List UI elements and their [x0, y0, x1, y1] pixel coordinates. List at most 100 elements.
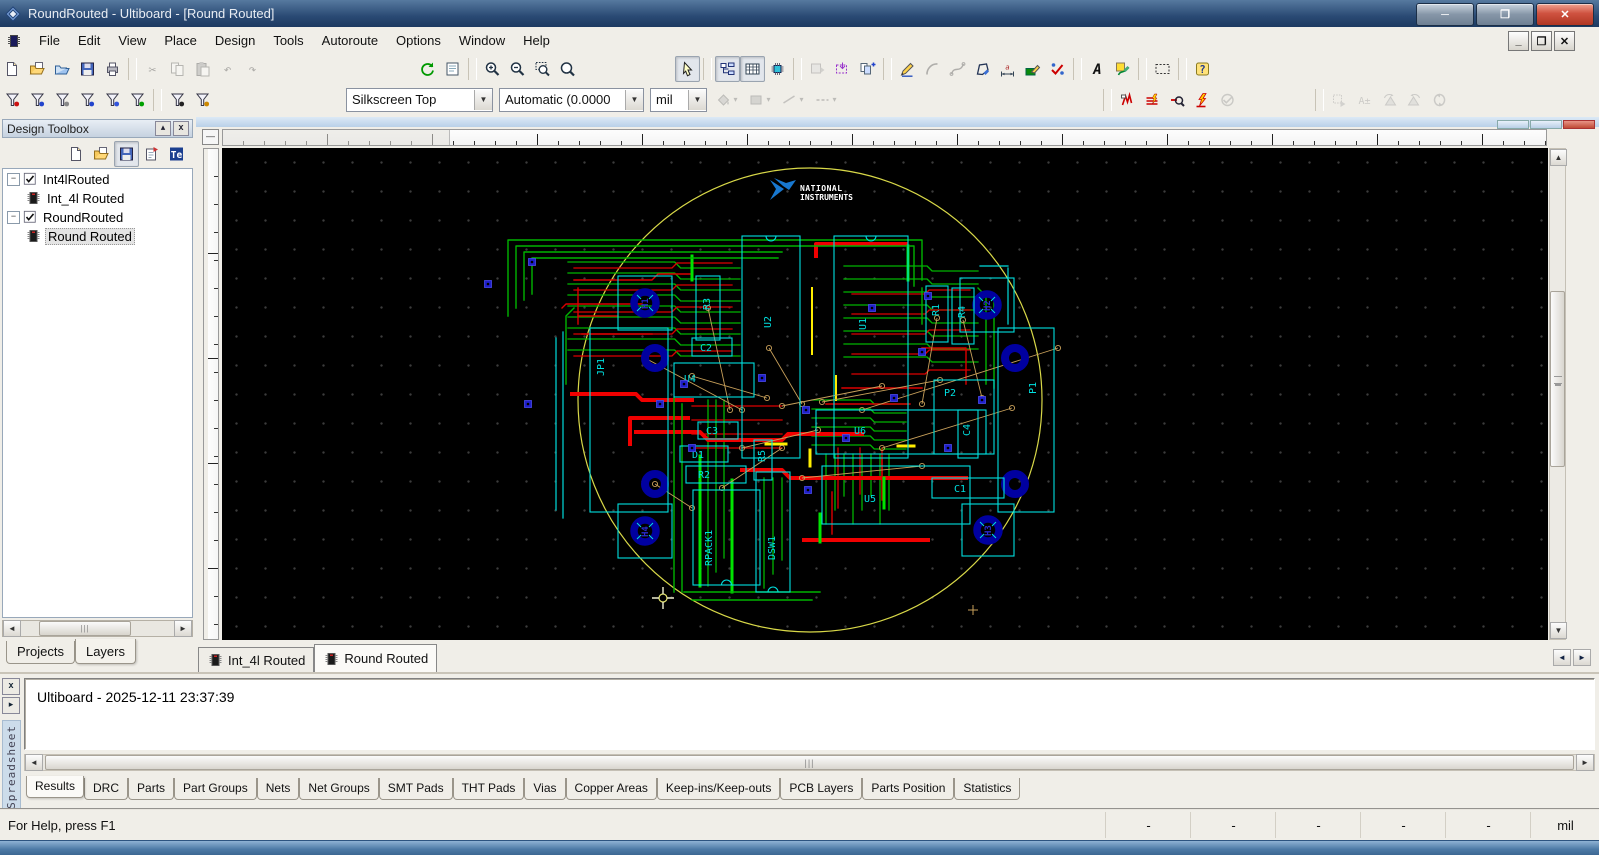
- scrollbar-thumb[interactable]: |||: [39, 621, 131, 636]
- spreadsheet-tab-copper-areas[interactable]: Copper Areas: [566, 778, 657, 800]
- zoom-in-button[interactable]: [480, 56, 505, 82]
- toolbox-open-button[interactable]: [89, 141, 114, 167]
- spreadsheet-close-button[interactable]: x: [2, 678, 20, 695]
- document-tab[interactable]: Round Routed: [314, 644, 437, 673]
- place-graphics-button[interactable]: [1110, 56, 1135, 82]
- window-minimize-button[interactable]: ─: [1416, 3, 1474, 26]
- place-polygon-button[interactable]: [970, 56, 995, 82]
- spreadsheet-tab-nets[interactable]: Nets: [257, 778, 300, 800]
- panel-close-button[interactable]: x: [173, 121, 189, 136]
- tree-expander[interactable]: −: [7, 211, 20, 224]
- tree-leaf-label[interactable]: Int_4l Routed: [45, 191, 126, 206]
- database-manager-button[interactable]: [830, 56, 855, 82]
- spreadsheet-tab-part-groups[interactable]: Part Groups: [174, 778, 257, 800]
- chevron-down-icon[interactable]: ▼: [625, 90, 643, 110]
- tab-scroll-right[interactable]: ►: [1573, 649, 1591, 666]
- toolbox-save-button[interactable]: [114, 141, 139, 167]
- place-text-button[interactable]: A: [1085, 56, 1110, 82]
- tree-node[interactable]: −Int4lRouted: [3, 170, 192, 188]
- redraw-button[interactable]: [415, 56, 440, 82]
- grid-combo[interactable]: Automatic (0.0000▼: [499, 88, 644, 112]
- filter-select-vias[interactable]: [75, 87, 100, 113]
- tab-scroll-left[interactable]: ◄: [1553, 649, 1571, 666]
- mdi-strip-restore[interactable]: [1530, 120, 1562, 129]
- filter-select-nets[interactable]: [100, 87, 125, 113]
- spreadsheet-tab-parts[interactable]: Parts: [128, 778, 174, 800]
- dimension-button[interactable]: a: [995, 56, 1020, 82]
- scroll-right-arrow[interactable]: ►: [1576, 754, 1594, 771]
- window-maximize-button[interactable]: ❐: [1476, 3, 1534, 26]
- pcb-canvas[interactable]: NATIONALINSTRUMENTSH1H2H3H4JP1P1U2U1R3R1…: [222, 148, 1548, 640]
- chevron-down-icon[interactable]: ▼: [688, 90, 706, 110]
- filter-select-other[interactable]: [190, 87, 215, 113]
- filter-select-text[interactable]: [165, 87, 190, 113]
- autoroute-power-button[interactable]: [1190, 87, 1215, 113]
- scrollbar-thumb[interactable]: |||: [45, 755, 1574, 770]
- menu-view[interactable]: View: [109, 29, 155, 52]
- scroll-down-arrow[interactable]: ▼: [1550, 622, 1567, 639]
- filter-select-pads[interactable]: [0, 87, 25, 113]
- toolbox-horizontal-scrollbar[interactable]: ◄ ||| ►: [2, 620, 193, 637]
- mdi-minimize-button[interactable]: _: [1508, 31, 1529, 51]
- spreadsheet-toggle[interactable]: [740, 56, 765, 82]
- place-part-button[interactable]: [855, 56, 880, 82]
- mdi-strip-close[interactable]: [1563, 120, 1595, 129]
- autoroute-selected-button[interactable]: [1140, 87, 1165, 113]
- spreadsheet-tab-drc[interactable]: DRC: [84, 778, 128, 800]
- spreadsheet-tab-keep-ins-keep-outs[interactable]: Keep-ins/Keep-outs: [657, 778, 780, 800]
- spreadsheet-tab-pcb-layers[interactable]: PCB Layers: [780, 778, 862, 800]
- zoom-area-button[interactable]: [530, 56, 555, 82]
- menu-window[interactable]: Window: [450, 29, 514, 52]
- toolbox-export-button[interactable]: [139, 141, 164, 167]
- view-3d-button[interactable]: [765, 56, 790, 82]
- layer-combo[interactable]: Silkscreen Top▼: [346, 88, 493, 112]
- zoom-full-button[interactable]: [555, 56, 580, 82]
- toolbox-transfer-button[interactable]: Te: [164, 141, 189, 167]
- menu-design[interactable]: Design: [206, 29, 264, 52]
- scroll-left-arrow[interactable]: ◄: [3, 620, 21, 637]
- ruler-origin-box[interactable]: —: [202, 129, 219, 145]
- tree-node-label[interactable]: RoundRouted: [41, 210, 125, 225]
- scrollbar-thumb[interactable]: [1550, 291, 1565, 467]
- spreadsheet-tab-tht-pads[interactable]: THT Pads: [453, 778, 525, 800]
- spreadsheet-tab-net-groups[interactable]: Net Groups: [299, 778, 378, 800]
- menu-autoroute[interactable]: Autoroute: [313, 29, 387, 52]
- help-button[interactable]: ?: [1190, 56, 1215, 82]
- autoroute-start-button[interactable]: [1115, 87, 1140, 113]
- menu-file[interactable]: File: [30, 29, 69, 52]
- tree-leaf-label[interactable]: Round Routed: [45, 228, 135, 245]
- copper-area-button[interactable]: [1020, 56, 1045, 82]
- toolbox-new-button[interactable]: [64, 141, 89, 167]
- select-tool-button[interactable]: [675, 56, 700, 82]
- autoroute-optimize-button[interactable]: [1165, 87, 1190, 113]
- mdi-restore-button[interactable]: ❐: [1531, 31, 1552, 51]
- menu-help[interactable]: Help: [514, 29, 559, 52]
- menu-options[interactable]: Options: [387, 29, 450, 52]
- filter-select-parts[interactable]: [50, 87, 75, 113]
- menu-place[interactable]: Place: [155, 29, 206, 52]
- mdi-strip-minimize[interactable]: [1497, 120, 1529, 129]
- panel-collapse-button[interactable]: ▴: [155, 121, 171, 136]
- units-combo[interactable]: mil▼: [650, 88, 707, 112]
- open-button[interactable]: [25, 56, 50, 82]
- tree-node[interactable]: − RoundRouted: [3, 208, 192, 226]
- full-screen-button[interactable]: [440, 56, 465, 82]
- chevron-down-icon[interactable]: ▼: [474, 90, 492, 110]
- tree-leaf[interactable]: Round Routed: [3, 227, 192, 245]
- checkbox-checked-icon[interactable]: [23, 210, 37, 224]
- spreadsheet-expand-button[interactable]: ▸: [2, 697, 20, 714]
- menu-edit[interactable]: Edit: [69, 29, 109, 52]
- save-button[interactable]: [75, 56, 100, 82]
- canvas-vertical-scrollbar[interactable]: ▲ ▼: [1549, 148, 1566, 640]
- document-tab[interactable]: Int_4l Routed: [198, 647, 314, 673]
- spreadsheet-tab-results[interactable]: Results: [26, 776, 84, 798]
- scroll-right-arrow[interactable]: ►: [174, 620, 192, 637]
- filter-select-copper[interactable]: [125, 87, 150, 113]
- connectivity-check-button[interactable]: [1045, 56, 1070, 82]
- scroll-up-arrow[interactable]: ▲: [1550, 149, 1567, 166]
- tree-leaf[interactable]: Int_4l Routed: [3, 189, 192, 207]
- mdi-close-button[interactable]: ✕: [1554, 31, 1575, 51]
- tree-node-label[interactable]: Int4lRouted: [41, 172, 112, 187]
- spreadsheet-tab-vias[interactable]: Vias: [524, 778, 565, 800]
- filter-select-traces[interactable]: [25, 87, 50, 113]
